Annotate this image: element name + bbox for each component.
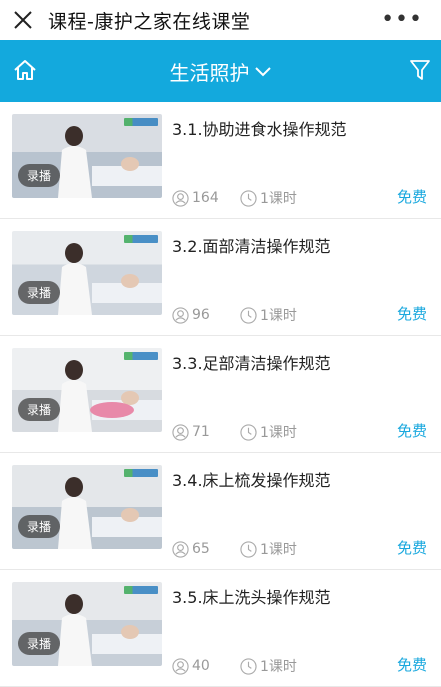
recorded-badge: 录播 xyxy=(18,281,61,304)
user-icon xyxy=(172,540,189,558)
clock-icon xyxy=(240,189,257,207)
course-item[interactable]: 录播 3.3.足部清洁操作规范 71 1课时 免费 xyxy=(0,336,441,453)
view-count-value: 40 xyxy=(192,658,210,674)
price-label: 免费 xyxy=(396,422,427,440)
lesson-count: 1课时 xyxy=(240,656,297,676)
course-meta: 164 1课时 xyxy=(172,188,297,208)
brand-logo xyxy=(124,469,158,477)
recorded-badge: 录播 xyxy=(18,164,61,187)
user-icon xyxy=(172,306,189,324)
recorded-badge: 录播 xyxy=(18,398,61,421)
close-icon[interactable] xyxy=(12,9,34,31)
course-list: 录播 3.1.协助进食水操作规范 164 1课时 免费 录播 3.2.面部清洁操… xyxy=(0,102,441,687)
recorded-badge: 录播 xyxy=(18,632,61,655)
page-title: 课程-康护之家在线课堂 xyxy=(48,10,251,33)
brand-logo xyxy=(124,352,158,360)
lesson-count: 1课时 xyxy=(240,539,297,559)
course-meta: 65 1课时 xyxy=(172,539,297,559)
clock-icon xyxy=(240,306,257,324)
lesson-count: 1课时 xyxy=(240,188,297,208)
brand-logo xyxy=(124,235,158,243)
recorded-badge: 录播 xyxy=(18,515,61,538)
user-icon xyxy=(172,423,189,441)
course-title[interactable]: 3.5.床上洗头操作规范 xyxy=(172,584,331,608)
clock-icon xyxy=(240,657,257,675)
clock-icon xyxy=(240,540,257,558)
clock-icon xyxy=(240,423,257,441)
lesson-count-value: 1课时 xyxy=(260,659,297,675)
user-icon xyxy=(172,657,189,675)
lesson-count-value: 1课时 xyxy=(260,191,297,207)
course-meta: 40 1课时 xyxy=(172,656,297,676)
title-bar: 课程-康护之家在线课堂 ••• xyxy=(0,0,441,40)
price-label: 免费 xyxy=(396,188,427,206)
view-count: 164 xyxy=(172,189,240,207)
course-title[interactable]: 3.3.足部清洁操作规范 xyxy=(172,350,331,374)
filter-icon[interactable] xyxy=(409,58,431,82)
view-count: 65 xyxy=(172,540,240,558)
chevron-down-icon xyxy=(254,67,271,77)
view-count: 40 xyxy=(172,657,240,675)
lesson-count-value: 1课时 xyxy=(260,425,297,441)
category-navbar: 生活照护 xyxy=(0,40,441,102)
category-dropdown[interactable]: 生活照护 xyxy=(170,57,272,86)
price-label: 免费 xyxy=(396,305,427,323)
brand-logo xyxy=(124,118,158,126)
view-count: 71 xyxy=(172,423,240,441)
course-meta: 96 1课时 xyxy=(172,305,297,325)
view-count: 96 xyxy=(172,306,240,324)
lesson-count: 1课时 xyxy=(240,422,297,442)
course-meta: 71 1课时 xyxy=(172,422,297,442)
course-title[interactable]: 3.1.协助进食水操作规范 xyxy=(172,116,347,140)
view-count-value: 65 xyxy=(192,541,210,557)
view-count-value: 71 xyxy=(192,424,210,440)
user-icon xyxy=(172,189,189,207)
lesson-count-value: 1课时 xyxy=(260,308,297,324)
brand-logo xyxy=(124,586,158,594)
course-title[interactable]: 3.2.面部清洁操作规范 xyxy=(172,233,331,257)
price-label: 免费 xyxy=(396,539,427,557)
category-label: 生活照护 xyxy=(169,60,250,85)
lesson-count-value: 1课时 xyxy=(260,542,297,558)
course-item[interactable]: 录播 3.5.床上洗头操作规范 40 1课时 免费 xyxy=(0,570,441,687)
price-label: 免费 xyxy=(396,656,427,674)
lesson-count: 1课时 xyxy=(240,305,297,325)
course-title[interactable]: 3.4.床上梳发操作规范 xyxy=(172,467,331,491)
course-item[interactable]: 录播 3.1.协助进食水操作规范 164 1课时 免费 xyxy=(0,102,441,219)
home-icon[interactable] xyxy=(13,58,37,82)
view-count-value: 164 xyxy=(192,190,219,206)
course-item[interactable]: 录播 3.2.面部清洁操作规范 96 1课时 免费 xyxy=(0,219,441,336)
course-item[interactable]: 录播 3.4.床上梳发操作规范 65 1课时 免费 xyxy=(0,453,441,570)
more-icon[interactable]: ••• xyxy=(381,7,423,32)
view-count-value: 96 xyxy=(192,307,210,323)
